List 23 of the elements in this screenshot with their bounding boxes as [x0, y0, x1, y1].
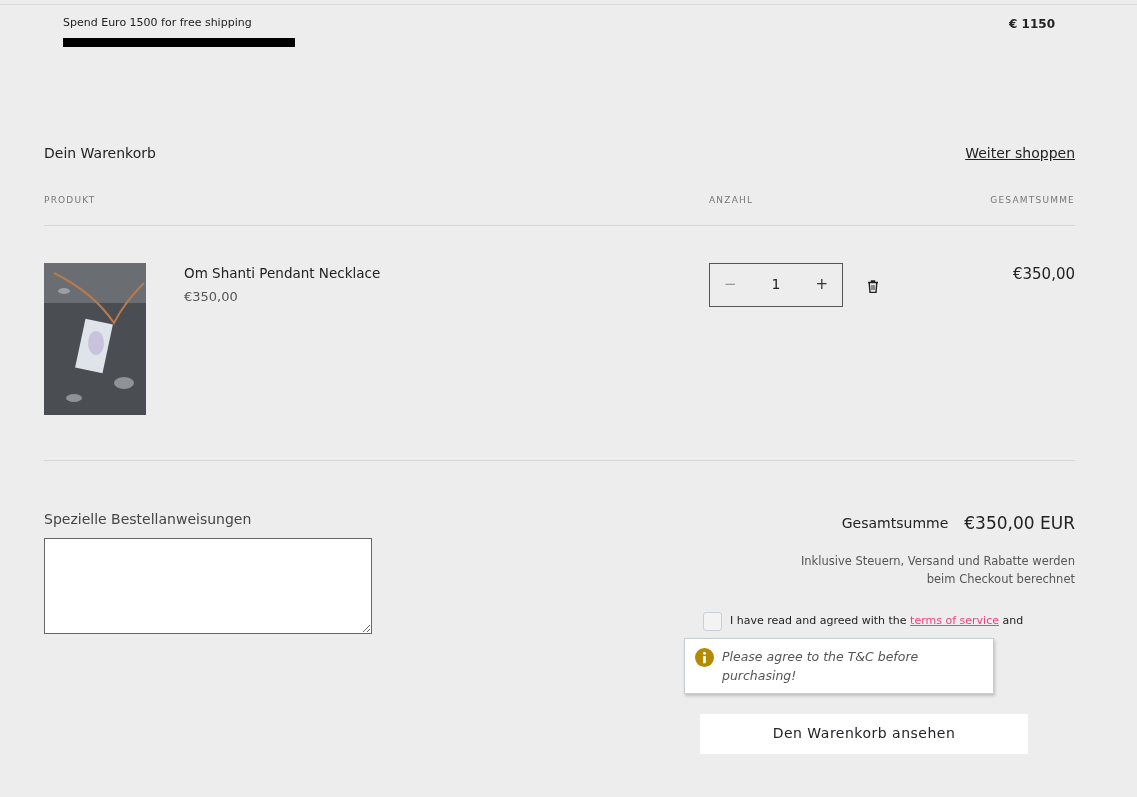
terms-checkbox[interactable]	[703, 612, 722, 631]
column-header: GESAMTSUMME	[989, 194, 1075, 207]
cart-title: Dein Warenkorb	[44, 144, 156, 163]
trash-icon[interactable]	[867, 279, 879, 293]
notes-field[interactable]	[44, 537, 372, 634]
increase-button[interactable]: +	[801, 273, 842, 296]
total-value: €350,00 EUR	[964, 511, 1075, 535]
shipping-message: Spend Euro 1500 for free shipping	[63, 15, 253, 31]
info-icon	[695, 648, 714, 667]
column-header: ANZAHL	[709, 194, 755, 207]
tooltip-text: Please agree to the T&C before purchasing!	[722, 648, 920, 685]
product-name[interactable]: Om Shanti Pendant Necklace	[184, 262, 709, 283]
total-label: Gesamtsumme	[841, 513, 949, 533]
quantity-value[interactable]: 1	[771, 274, 781, 295]
line-total: €350,00	[1012, 264, 1075, 283]
product-price: €350,00	[184, 287, 239, 306]
terms-text: I have read and agreed with the terms of service and	[730, 613, 1025, 629]
continue-shopping-link[interactable]: Weiter shoppen	[965, 143, 1075, 164]
view-cart-button[interactable]: Den Warenkorb ansehen	[700, 713, 1028, 754]
notes-label: Spezielle Bestellanweisungen	[44, 509, 253, 529]
tax-note: Inklusive Steuern, Versand und Rabatte werden beim Checkout berechnet	[799, 553, 1075, 588]
column-header: PRODUKT	[44, 194, 97, 207]
cart-amount: € 1150	[1009, 16, 1055, 33]
